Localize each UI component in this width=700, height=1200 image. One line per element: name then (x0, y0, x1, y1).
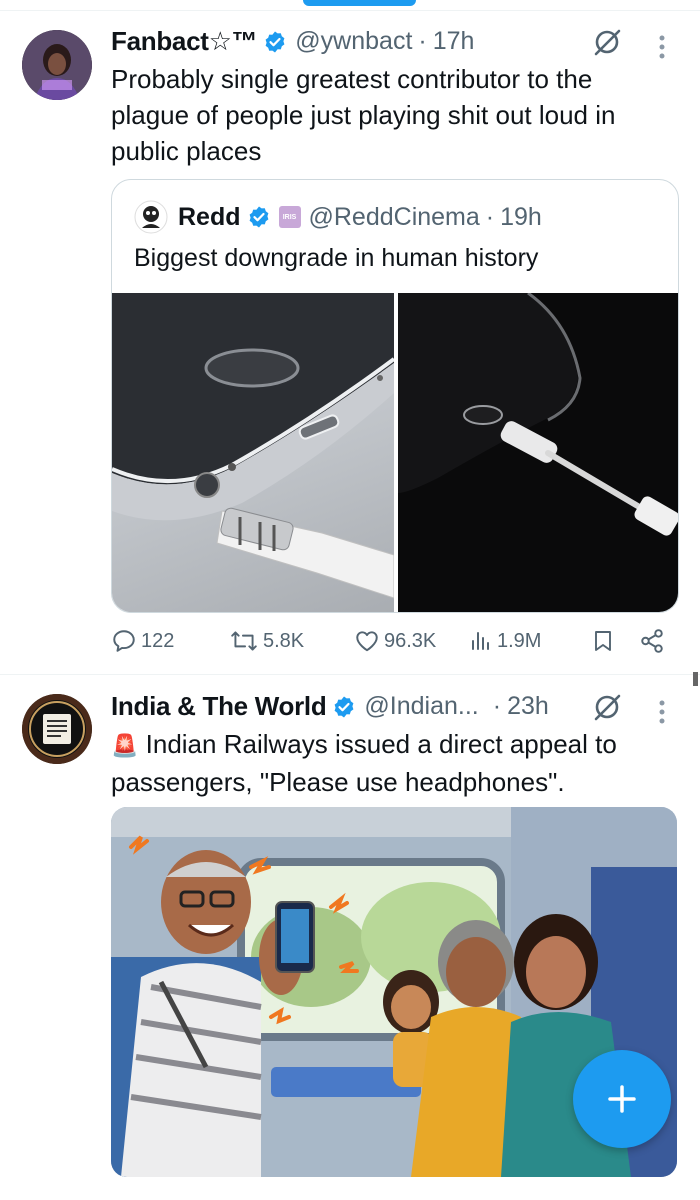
siren-icon: 🚨 (111, 733, 139, 758)
tweet-text-body: Indian Railways issued a direct appeal t… (111, 729, 617, 797)
verified-icon (332, 695, 356, 719)
quoted-tweet[interactable]: Redd IRIS @ReddCinema · 19h Biggest down… (111, 179, 679, 613)
quoted-image-left[interactable] (112, 293, 394, 612)
quoted-avatar[interactable] (134, 200, 168, 234)
more-icon[interactable] (655, 699, 669, 727)
quoted-display-name[interactable]: Redd (178, 203, 241, 232)
avatar[interactable] (22, 30, 92, 100)
more-icon[interactable] (655, 34, 669, 62)
handle[interactable]: @ywnbact (295, 27, 412, 56)
like-icon (356, 631, 378, 652)
view-count: 1.9M (497, 629, 542, 652)
views-icon (472, 632, 489, 650)
separator-dot: · (418, 27, 427, 55)
separator-dot: · (485, 202, 495, 231)
tweet-text: Probably single greatest contributor to … (111, 64, 616, 166)
share-icon (641, 629, 663, 653)
tweet-header: Fanbact☆™ @ywnbact · 17h (111, 26, 474, 57)
quoted-timestamp[interactable]: 19h (500, 203, 542, 232)
avatar-image-icon (22, 30, 92, 100)
verified-icon (263, 30, 287, 54)
tweet-header: India & The World @Indian... · 23h (111, 691, 549, 722)
separator-dot: · (492, 692, 502, 720)
affiliate-badge-icon[interactable]: IRIS (278, 206, 301, 228)
share-button[interactable] (639, 628, 669, 654)
newspaper-icon (22, 694, 92, 764)
plus-icon (608, 1085, 636, 1113)
handle[interactable]: @Indian... (364, 692, 478, 721)
reply-button[interactable]: 122 (111, 628, 174, 654)
display-name[interactable]: Fanbact☆™ (111, 26, 258, 57)
grok-icon[interactable] (592, 692, 622, 722)
repost-button[interactable]: 5.8K (229, 628, 304, 654)
quoted-handle[interactable]: @ReddCinema (309, 203, 480, 232)
views-button[interactable]: 1.9M (469, 628, 541, 654)
compose-post-button[interactable] (573, 1050, 671, 1148)
timestamp[interactable]: 23h (507, 692, 549, 721)
avatar[interactable] (22, 694, 92, 764)
bookmark-button[interactable] (591, 628, 619, 654)
tweet-fanbact[interactable]: Fanbact☆™ @ywnbact · 17h Probably single… (0, 0, 700, 675)
reply-count: 122 (141, 629, 175, 652)
like-button[interactable]: 96.3K (354, 628, 436, 654)
timestamp[interactable]: 17h (433, 27, 475, 56)
quoted-tweet-header: Redd IRIS @ReddCinema · 19h (134, 200, 542, 234)
grok-icon[interactable] (592, 27, 622, 57)
quoted-tweet-text: Biggest downgrade in human history (134, 244, 539, 272)
verified-icon (247, 205, 271, 229)
like-count: 96.3K (384, 629, 437, 652)
tweet-text: 🚨 Indian Railways issued a direct appeal… (111, 726, 671, 800)
tweet-actions: 122 5.8K 96.3K 1.9M (111, 628, 671, 658)
display-name[interactable]: India & The World (111, 691, 327, 722)
repost-icon (231, 631, 257, 651)
reply-icon (113, 630, 135, 652)
bookmark-icon (595, 631, 611, 651)
quoted-image-right[interactable] (398, 293, 678, 612)
repost-count: 5.8K (263, 629, 305, 652)
